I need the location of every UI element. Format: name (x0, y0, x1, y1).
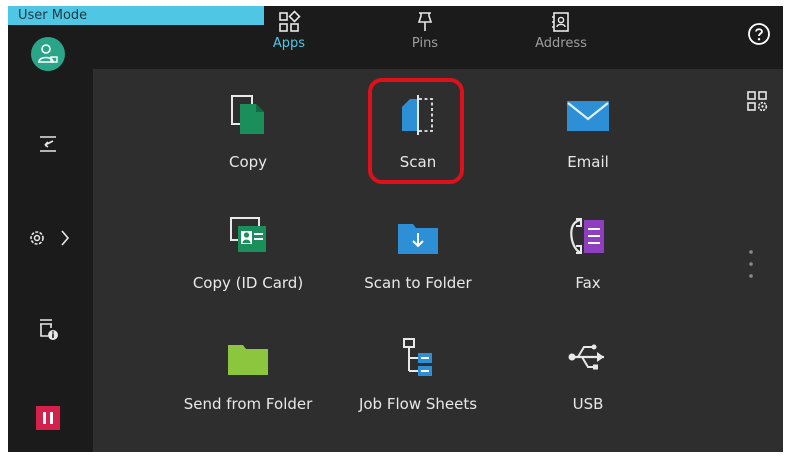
scan-to-folder-icon (398, 224, 438, 254)
job-status-icon (40, 136, 56, 152)
pin-icon (417, 12, 433, 31)
app-usb-label: USB (572, 395, 604, 413)
help-icon (748, 23, 770, 45)
app-copy[interactable]: Copy (163, 83, 333, 193)
pause-icon (36, 406, 60, 430)
app-send-from-folder[interactable]: Send from Folder (163, 325, 333, 435)
apps-grid-icon (279, 10, 301, 32)
chevron-right-icon (60, 230, 69, 246)
send-from-folder-icon (228, 345, 268, 375)
top-navigation: Apps Pins Address (93, 6, 783, 66)
customize-apps-button[interactable] (745, 89, 769, 113)
job-status-button[interactable] (8, 132, 88, 160)
tab-address[interactable]: Address (521, 10, 601, 51)
app-scan-label: Scan (399, 153, 437, 171)
app-scan-to-folder[interactable]: Scan to Folder (333, 204, 503, 314)
app-copy-label: Copy (228, 153, 268, 171)
tab-pins[interactable]: Pins (385, 10, 465, 51)
more-options-button[interactable] (746, 244, 756, 284)
device-settings-button[interactable] (8, 226, 88, 254)
help-button[interactable] (747, 22, 771, 46)
app-job-flow-sheets[interactable]: Job Flow Sheets (333, 325, 503, 435)
scan-icon (402, 95, 433, 135)
app-job-flow-sheets-label: Job Flow Sheets (358, 395, 478, 413)
machine-info-button[interactable] (8, 316, 88, 346)
app-send-from-folder-label: Send from Folder (183, 395, 313, 413)
app-email[interactable]: Email (503, 83, 673, 193)
app-scan-to-folder-label: Scan to Folder (364, 274, 472, 292)
machine-info-icon (40, 319, 58, 340)
tab-apps[interactable]: Apps (249, 10, 329, 51)
more-vertical-icon (749, 250, 753, 278)
user-login-icon (31, 37, 65, 71)
fax-icon (570, 218, 604, 254)
pause-button[interactable] (8, 406, 88, 434)
copy-icon (231, 95, 264, 134)
apps-settings-icon (747, 91, 768, 112)
device-settings-icon (30, 231, 45, 245)
tab-pins-label: Pins (411, 36, 439, 51)
device-screen: User Mode Apps Pins Address Copy Scan Em… (8, 6, 783, 452)
app-copy-id-card[interactable]: Copy (ID Card) (163, 204, 333, 314)
job-flow-sheets-icon (403, 338, 432, 376)
app-usb[interactable]: USB (503, 325, 673, 435)
login-button[interactable] (8, 36, 88, 76)
app-email-label: Email (567, 153, 609, 171)
usb-icon (568, 344, 604, 370)
email-icon (567, 101, 609, 131)
tab-address-label: Address (535, 36, 587, 51)
app-copy-id-card-label: Copy (ID Card) (192, 274, 304, 292)
apps-panel: Copy Scan Email Copy (ID Card) Scan to F… (93, 69, 783, 452)
app-scan[interactable]: Scan (333, 83, 503, 193)
sidebar (8, 26, 88, 452)
app-fax-label: Fax (575, 274, 601, 292)
tab-apps-label: Apps (272, 36, 306, 51)
address-book-icon (552, 12, 569, 32)
app-fax[interactable]: Fax (503, 204, 673, 314)
id-card-copy-icon (230, 217, 266, 252)
